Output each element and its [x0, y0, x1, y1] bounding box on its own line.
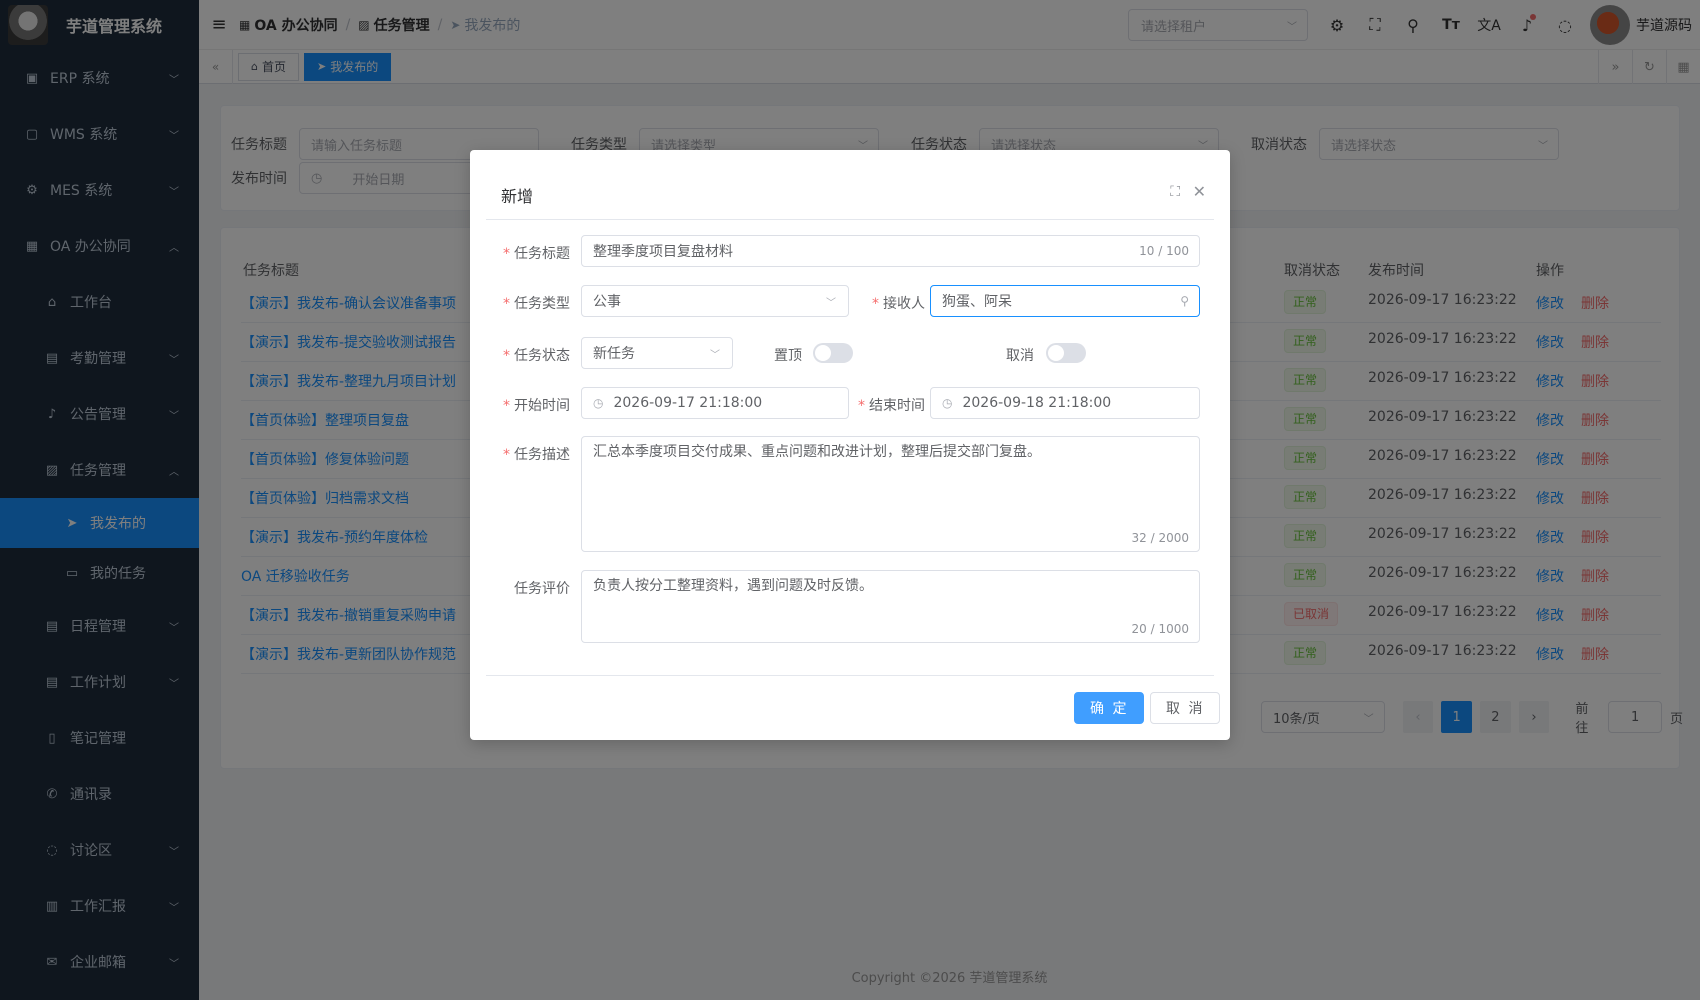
- end-time-picker[interactable]: ◷ 2026-09-18 21:18:00: [930, 387, 1200, 419]
- dialog-footer-divider: [486, 675, 1214, 676]
- task-status-label: * 任务状态: [503, 348, 570, 364]
- pin-label: 置顶: [774, 348, 802, 364]
- search-icon[interactable]: ⚲: [1180, 294, 1189, 308]
- cancel-label: 取消: [1006, 348, 1034, 364]
- task-title-label: * 任务标题: [503, 246, 570, 262]
- cancel-switch[interactable]: [1046, 343, 1086, 363]
- cancel-button[interactable]: 取 消: [1150, 692, 1221, 724]
- dialog-header: 新增 ⛶ ✕: [486, 150, 1214, 220]
- clock-icon: ◷: [942, 396, 953, 410]
- task-status-select[interactable]: 新任务 ﹀: [581, 337, 733, 369]
- pin-switch[interactable]: [813, 343, 853, 363]
- end-time-label: * 结束时间: [858, 398, 925, 414]
- char-count: 10 / 100: [1139, 244, 1189, 258]
- create-task-dialog: 新增 ⛶ ✕ * 任务标题 整理季度项目复盘材料 10 / 100 * 任务类型 公…: [470, 150, 1230, 740]
- start-time-picker[interactable]: ◷ 2026-09-17 21:18:00: [581, 387, 849, 419]
- chevron-down-icon: ﹀: [826, 297, 836, 309]
- fullscreen-icon[interactable]: ⛶: [1170, 184, 1180, 200]
- task-type-select[interactable]: 公事 ﹀: [581, 285, 849, 317]
- char-count: 32 / 2000: [1131, 531, 1189, 545]
- confirm-button[interactable]: 确 定: [1074, 692, 1145, 724]
- close-icon[interactable]: ✕: [1193, 182, 1206, 201]
- start-time-label: * 开始时间: [503, 398, 570, 414]
- dialog-title: 新增: [501, 187, 534, 206]
- chevron-down-icon: ﹀: [710, 349, 720, 361]
- description-label: * 任务描述: [503, 447, 570, 463]
- receiver-input[interactable]: 狗蛋、阿呆 ⚲: [930, 285, 1200, 317]
- evaluation-label: 任务评价: [514, 581, 570, 597]
- receiver-label: * 接收人: [872, 296, 925, 312]
- description-textarea[interactable]: 汇总本季度项目交付成果、重点问题和改进计划，整理后提交部门复盘。 32 / 20…: [581, 436, 1200, 552]
- clock-icon: ◷: [593, 396, 604, 410]
- task-type-label: * 任务类型: [503, 296, 570, 312]
- evaluation-textarea[interactable]: 负责人按分工整理资料，遇到问题及时反馈。 20 / 1000: [581, 570, 1200, 643]
- task-title-input[interactable]: 整理季度项目复盘材料 10 / 100: [581, 235, 1200, 267]
- char-count: 20 / 1000: [1131, 622, 1189, 636]
